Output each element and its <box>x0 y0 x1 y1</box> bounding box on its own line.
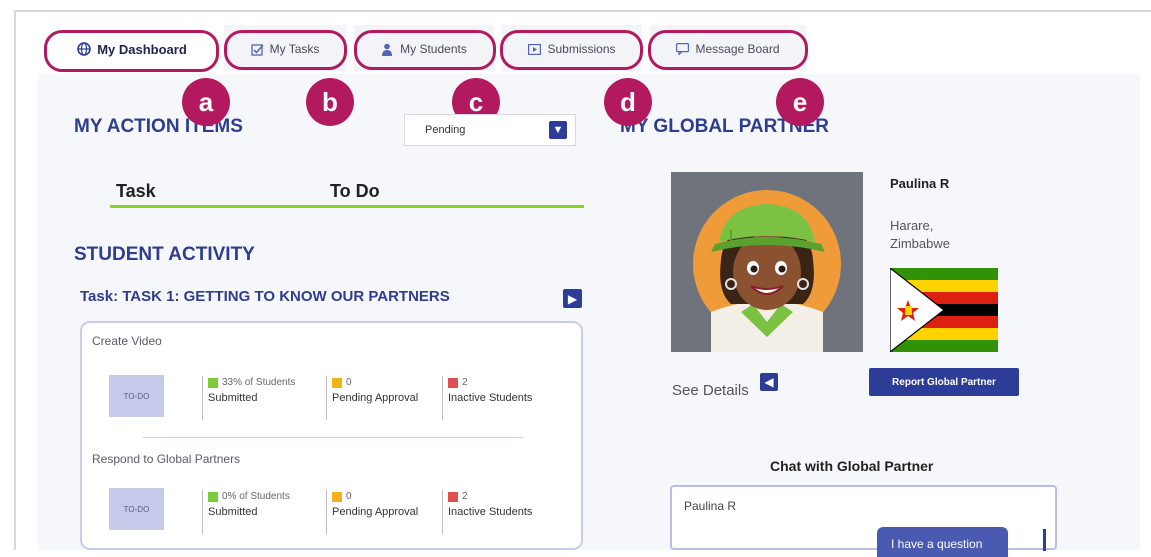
stat-inactive: 2 Inactive Students <box>448 377 532 404</box>
activity-divider <box>143 437 523 438</box>
pending-status-square <box>332 491 342 502</box>
chevron-left-icon[interactable]: ◀ <box>760 373 778 391</box>
submitted-percent: 0% of Students <box>222 491 290 502</box>
inactive-status-square <box>448 491 458 502</box>
partner-name: Paulina R <box>890 176 950 191</box>
inactive-count: 2 <box>462 491 468 502</box>
student-activity-title: STUDENT ACTIVITY <box>74 244 255 265</box>
partner-avatar <box>671 172 863 352</box>
todo-thumbnail[interactable]: TO-DO <box>109 375 164 417</box>
inactive-label: Inactive Students <box>448 392 533 404</box>
window-left-border <box>14 10 16 550</box>
chat-sender-name: Paulina R <box>684 499 737 513</box>
inactive-label: Inactive Students <box>448 506 533 518</box>
stat-submitted: 33% of Students Submitted <box>208 377 295 404</box>
pending-label: Pending Approval <box>332 506 419 518</box>
submitted-status-square <box>208 491 218 502</box>
task-title: Task: TASK 1: GETTING TO KNOW OUR PARTNE… <box>80 288 450 305</box>
stat-separator <box>442 376 443 420</box>
column-header-task: Task <box>116 181 156 201</box>
chat-scrollbar[interactable] <box>1043 529 1046 551</box>
stat-pending: 0 Pending Approval <box>332 377 418 404</box>
chat-message-bubble: I have a question <box>877 527 1008 557</box>
highlight-oval-dashboard <box>44 30 219 72</box>
todo-thumbnail[interactable]: TO-DO <box>109 488 164 530</box>
submitted-label: Submitted <box>208 506 258 518</box>
submitted-label: Submitted <box>208 392 258 404</box>
highlight-oval-submissions <box>500 30 643 70</box>
callout-marker-a: a <box>182 78 230 126</box>
submitted-percent: 33% of Students <box>222 377 296 388</box>
stat-separator <box>326 376 327 420</box>
see-details-link[interactable]: See Details <box>672 382 749 399</box>
chevron-down-icon[interactable]: ▼ <box>549 121 567 139</box>
highlight-oval-students <box>354 30 496 70</box>
inactive-count: 2 <box>462 377 468 388</box>
pending-count: 0 <box>346 377 352 388</box>
partner-location: Harare, Zimbabwe <box>890 218 950 251</box>
callout-marker-d: d <box>604 78 652 126</box>
column-header-todo: To Do <box>330 181 380 201</box>
action-items-filter-select[interactable]: Pending ▼ <box>404 114 576 146</box>
column-divider <box>110 205 584 208</box>
inactive-status-square <box>448 377 458 388</box>
chevron-right-icon[interactable]: ▶ <box>563 289 582 308</box>
avatar-illustration <box>693 190 841 352</box>
stat-inactive: 2 Inactive Students <box>448 491 532 518</box>
stat-pending: 0 Pending Approval <box>332 491 418 518</box>
stat-separator <box>326 490 327 534</box>
pending-status-square <box>332 377 342 388</box>
highlight-oval-message-board <box>648 30 808 70</box>
stat-separator <box>442 490 443 534</box>
callout-marker-e: e <box>776 78 824 126</box>
filter-selected-value: Pending <box>425 124 466 136</box>
stat-submitted: 0% of Students Submitted <box>208 491 290 518</box>
chat-window[interactable]: Paulina R I have a question <box>670 485 1057 557</box>
activity-name: Create Video <box>92 334 162 348</box>
report-global-partner-button[interactable]: Report Global Partner <box>869 368 1019 396</box>
pending-count: 0 <box>346 491 352 502</box>
chat-title: Chat with Global Partner <box>770 458 934 474</box>
activity-name: Respond to Global Partners <box>92 452 241 466</box>
highlight-oval-tasks <box>224 30 347 70</box>
submitted-status-square <box>208 377 218 388</box>
callout-marker-b: b <box>306 78 354 126</box>
pending-label: Pending Approval <box>332 392 419 404</box>
zimbabwe-flag <box>890 268 998 352</box>
stat-separator <box>202 376 203 420</box>
stat-separator <box>202 490 203 534</box>
